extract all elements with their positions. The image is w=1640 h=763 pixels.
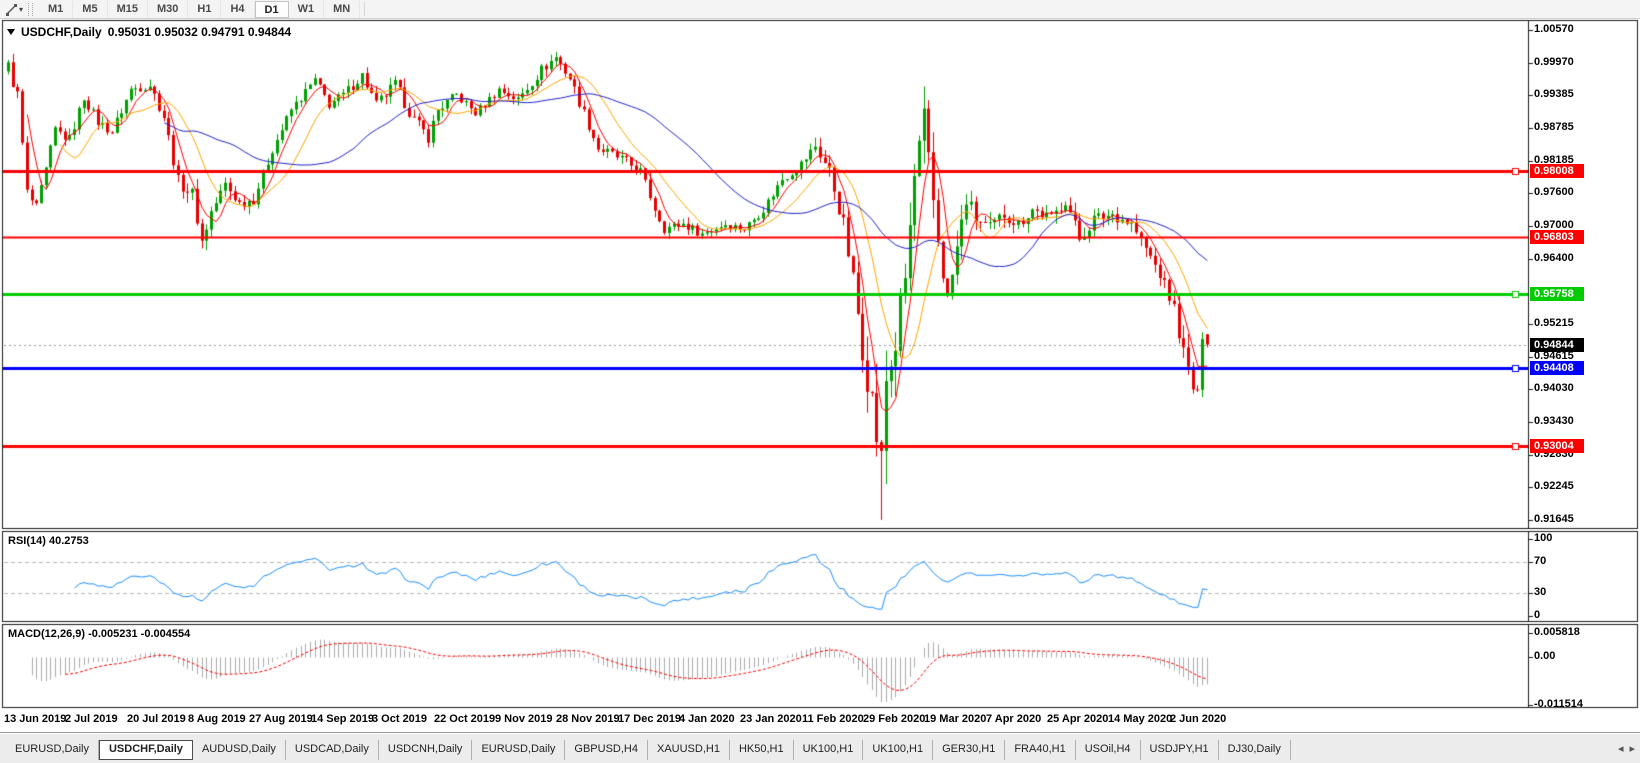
tab-arrows: ◂ ▸: [1618, 742, 1635, 755]
timeframe-button-h4[interactable]: H4: [221, 0, 255, 18]
tab-xauusd-h1-7[interactable]: XAUUSD,H1: [648, 740, 730, 760]
symbol-dropdown-icon[interactable]: [7, 29, 15, 35]
tab-dj30-daily-15[interactable]: DJ30,Daily: [1219, 740, 1291, 760]
tab-uk100-h1-9[interactable]: UK100,H1: [794, 740, 864, 760]
tab-usdchf-daily-1[interactable]: USDCHF,Daily: [98, 740, 193, 760]
toolbar-separator: [364, 2, 366, 16]
timeframe-button-d1[interactable]: D1: [254, 0, 289, 18]
tab-usdjpy-h1-14[interactable]: USDJPY,H1: [1141, 740, 1219, 760]
timeframe-button-w1[interactable]: W1: [289, 0, 325, 18]
tab-eurusd-daily-5[interactable]: EURUSD,Daily: [472, 740, 566, 760]
timeframe-toolbar: ▾ M1 M5 M15 M30 H1 H4 D1 W1 MN: [0, 0, 1640, 19]
timeframe-button-m30[interactable]: M30: [148, 0, 189, 18]
tab-usdcad-daily-3[interactable]: USDCAD,Daily: [286, 740, 379, 760]
tab-usoil-h4-13[interactable]: USOil,H4: [1076, 740, 1141, 760]
mt4-window: ▾ M1 M5 M15 M30 H1 H4 D1 W1 MN USDCHF,Daily 0.95…: [0, 0, 1640, 763]
tool-dropdown-caret-icon[interactable]: ▾: [19, 2, 23, 17]
tab-audusd-daily-2[interactable]: AUDUSD,Daily: [193, 740, 286, 760]
symbol-tabbar: EURUSD,Daily USDCHF,Daily AUDUSD,Daily USDC…: [0, 732, 1640, 763]
tab-uk100-h1-10[interactable]: UK100,H1: [863, 740, 934, 760]
timeframe-button-m1[interactable]: M1: [39, 0, 74, 18]
symbol-tabs: EURUSD,Daily USDCHF,Daily AUDUSD,Daily USDC…: [6, 740, 1291, 760]
chart-canvas[interactable]: [0, 0, 1640, 763]
timeframe-button-m5[interactable]: M5: [73, 0, 108, 18]
tabs-scroll-right-icon[interactable]: ▸: [1629, 742, 1635, 755]
toolbar-grip[interactable]: [28, 2, 34, 16]
tab-hk50-h1-8[interactable]: HK50,H1: [730, 740, 794, 760]
tab-eurusd-daily-0[interactable]: EURUSD,Daily: [6, 740, 99, 760]
timeframe-button-h1[interactable]: H1: [188, 0, 222, 18]
tabs-scroll-left-icon[interactable]: ◂: [1618, 742, 1624, 755]
tab-gbpusd-h4-6[interactable]: GBPUSD,H4: [565, 740, 648, 760]
timeframe-buttons: M1 M5 M15 M30 H1 H4 D1 W1 MN: [39, 0, 361, 18]
crosshair-tool-icon[interactable]: [3, 2, 19, 17]
tab-ger30-h1-11[interactable]: GER30,H1: [933, 740, 1006, 760]
tab-fra40-h1-12[interactable]: FRA40,H1: [1005, 740, 1076, 760]
tab-usdcnh-daily-4[interactable]: USDCNH,Daily: [379, 740, 473, 760]
timeframe-button-m15[interactable]: M15: [108, 0, 148, 18]
timeframe-button-mn[interactable]: MN: [324, 0, 361, 18]
